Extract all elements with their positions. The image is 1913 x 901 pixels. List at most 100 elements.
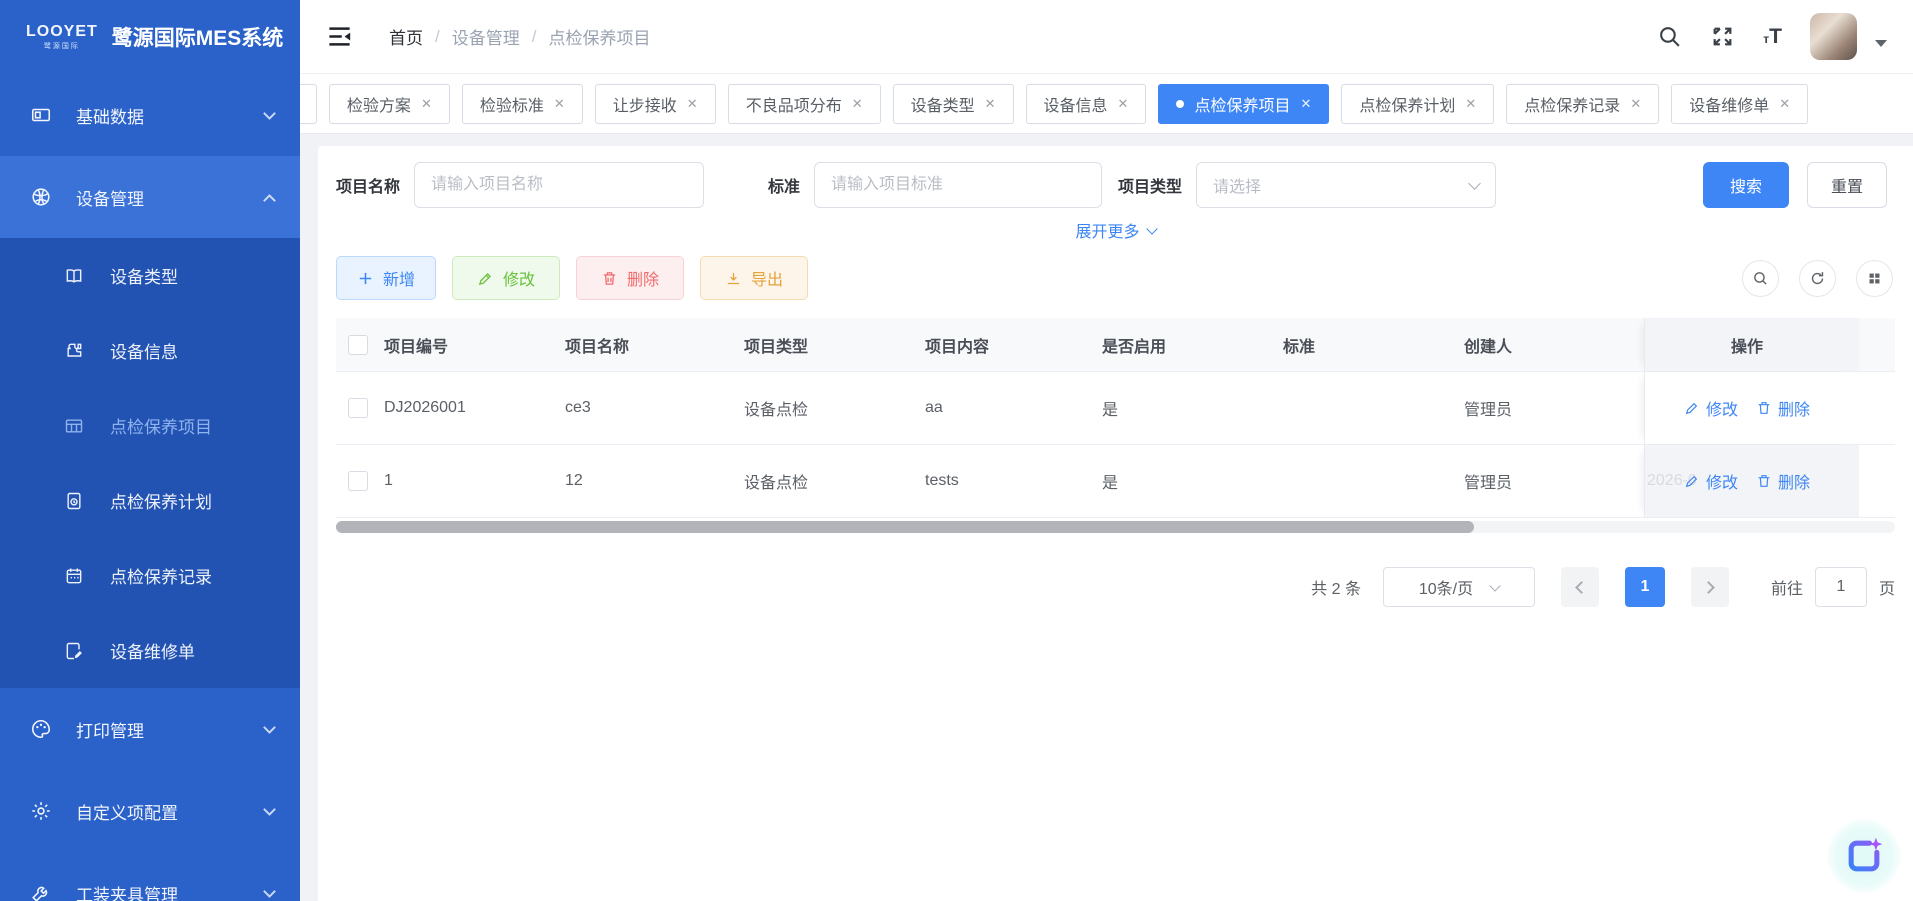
sidebar-item-label: 点检保养计划 — [110, 488, 212, 513]
project-type-select[interactable]: 请选择 — [1196, 162, 1496, 208]
sidebar-item-print-mgmt[interactable]: 打印管理 — [0, 688, 300, 770]
col-header-enabled: 是否启用 — [1102, 333, 1283, 357]
close-icon[interactable]: ✕ — [554, 96, 565, 112]
search-icon[interactable] — [1657, 24, 1682, 49]
close-icon[interactable]: ✕ — [1779, 96, 1790, 112]
sidebar-item-label: 基础数据 — [76, 103, 241, 128]
close-icon[interactable]: ✕ — [1630, 96, 1641, 112]
cell-code: 1 — [384, 472, 565, 490]
page-size-select[interactable]: 10条/页 — [1383, 567, 1535, 607]
cell-enabled: 是 — [1102, 396, 1283, 420]
row-checkbox[interactable] — [348, 398, 368, 418]
standard-label: 标准 — [768, 173, 800, 197]
chevron-right-icon — [1702, 581, 1715, 594]
table-row[interactable]: DJ2026001 ce3 设备点检 aa 是 管理员 修改 — [336, 372, 1895, 445]
prev-page-button[interactable] — [1561, 567, 1599, 607]
collapse-sidebar-icon[interactable] — [326, 23, 353, 50]
close-icon[interactable]: ✕ — [687, 96, 698, 112]
close-icon[interactable]: ✕ — [1465, 96, 1476, 112]
tab-truncated[interactable]: 理✕ — [300, 84, 317, 124]
export-button[interactable]: 导出 — [700, 256, 808, 300]
doc-pen-icon — [64, 641, 84, 661]
font-size-icon[interactable]: тT — [1763, 26, 1782, 47]
close-icon[interactable]: ✕ — [1300, 96, 1311, 112]
sidebar-item-device-mgmt[interactable]: 设备管理 — [0, 156, 300, 238]
breadcrumb-home[interactable]: 首页 — [389, 24, 423, 49]
row-checkbox[interactable] — [348, 471, 368, 491]
row-edit-link[interactable]: 修改 — [1684, 396, 1738, 420]
tab-device-info[interactable]: 设备信息✕ — [1026, 84, 1147, 124]
topbar-actions: тT — [1657, 13, 1887, 60]
project-name-input[interactable] — [414, 162, 704, 208]
breadcrumb-device-mgmt: 设备管理 — [452, 24, 520, 49]
data-table: 项目编号 项目名称 项目类型 项目内容 是否启用 标准 创建人 操作 DJ202… — [336, 318, 1895, 518]
edit-button[interactable]: 修改 — [452, 256, 560, 300]
cell-content: aa — [925, 399, 1102, 417]
expand-more-link[interactable]: 展开更多 — [1075, 218, 1155, 242]
sidebar-item-fixture-mgmt[interactable]: 工装夹具管理 — [0, 852, 300, 901]
close-icon[interactable]: ✕ — [852, 96, 863, 112]
device-submenu: 设备类型 设备信息 点检保养项目 点检保养计划 点检保养记录 — [0, 238, 300, 688]
sidebar-item-custom-config[interactable]: 自定义项配置 — [0, 770, 300, 852]
reset-button[interactable]: 重置 — [1807, 162, 1887, 208]
sidebar-item-inspection-record[interactable]: 点检保养记录 — [0, 538, 300, 613]
total-count: 共 2 条 — [1311, 575, 1361, 599]
sidebar-item-label: 点检保养项目 — [110, 413, 212, 438]
scrollbar-thumb[interactable] — [336, 521, 1474, 533]
search-circle-button[interactable] — [1742, 260, 1779, 297]
delete-button[interactable]: 删除 — [576, 256, 684, 300]
sidebar-item-device-info[interactable]: 设备信息 — [0, 313, 300, 388]
standard-input[interactable] — [814, 162, 1102, 208]
pagination: 共 2 条 10条/页 1 前往 页 — [336, 567, 1895, 607]
chevron-down-icon — [1468, 177, 1481, 190]
tab-inspection-standard[interactable]: 检验标准✕ — [462, 84, 583, 124]
table-row[interactable]: 1 12 设备点检 tests 是 管理员 2026-0 修改 — [336, 445, 1895, 518]
ai-assistant-icon — [1842, 834, 1886, 878]
content-area: 项目名称 标准 项目类型 请选择 搜索 重置 展开更多 — [300, 134, 1913, 901]
select-all-checkbox[interactable] — [348, 335, 368, 355]
horizontal-scrollbar[interactable] — [336, 521, 1895, 533]
column-settings-button[interactable] — [1856, 260, 1893, 297]
expand-more-row: 展开更多 — [336, 218, 1895, 242]
sidebar: LOOYET 鹭源国际 鹭源国际MES系统 基础数据 设备管理 设备类型 — [0, 0, 300, 901]
tab-repair-order[interactable]: 设备维修单✕ — [1671, 84, 1808, 124]
palette-icon — [30, 718, 52, 740]
sidebar-item-inspection-plan[interactable]: 点检保养计划 — [0, 463, 300, 538]
row-delete-link[interactable]: 删除 — [1756, 469, 1810, 493]
avatar[interactable] — [1810, 13, 1857, 60]
sidebar-item-device-type[interactable]: 设备类型 — [0, 238, 300, 313]
cell-name: ce3 — [565, 399, 744, 417]
sidebar-item-base-data[interactable]: 基础数据 — [0, 74, 300, 156]
grid-table-icon — [64, 416, 84, 436]
row-edit-link[interactable]: 修改 — [1684, 469, 1738, 493]
row-delete-link[interactable]: 删除 — [1756, 396, 1810, 420]
caret-down-icon[interactable] — [1875, 40, 1887, 47]
tab-inspection-plan[interactable]: 点检保养计划✕ — [1341, 84, 1494, 124]
goto-page-input[interactable] — [1815, 567, 1867, 607]
project-name-label: 项目名称 — [336, 173, 400, 197]
ai-assistant-button[interactable] — [1821, 813, 1907, 899]
tab-device-type[interactable]: 设备类型✕ — [893, 84, 1014, 124]
close-icon[interactable]: ✕ — [985, 96, 996, 112]
tab-defect-distribution[interactable]: 不良品项分布✕ — [728, 84, 881, 124]
refresh-button[interactable] — [1799, 260, 1836, 297]
next-page-button[interactable] — [1691, 567, 1729, 607]
sidebar-item-inspection-items[interactable]: 点检保养项目 — [0, 388, 300, 463]
add-button[interactable]: 新增 — [336, 256, 436, 300]
cell-code: DJ2026001 — [384, 399, 565, 417]
calendar-icon — [64, 566, 84, 586]
close-icon[interactable]: ✕ — [1118, 96, 1129, 112]
cell-actions: 修改 删除 — [1644, 372, 1859, 444]
col-header-creator: 创建人 — [1464, 333, 1644, 357]
sidebar-item-repair-order[interactable]: 设备维修单 — [0, 613, 300, 688]
search-button[interactable]: 搜索 — [1703, 162, 1789, 208]
tab-concession[interactable]: 让步接收✕ — [595, 84, 716, 124]
tab-inspection-scheme[interactable]: 检验方案✕ — [329, 84, 450, 124]
close-icon[interactable]: ✕ — [421, 96, 432, 112]
active-dot — [1176, 100, 1184, 108]
current-page-button[interactable]: 1 — [1625, 567, 1665, 607]
tab-inspection-record[interactable]: 点检保养记录✕ — [1506, 84, 1659, 124]
fullscreen-icon[interactable] — [1710, 24, 1735, 49]
tab-inspection-items-active[interactable]: 点检保养项目✕ — [1158, 84, 1329, 124]
grid-view-icon — [1866, 270, 1883, 287]
